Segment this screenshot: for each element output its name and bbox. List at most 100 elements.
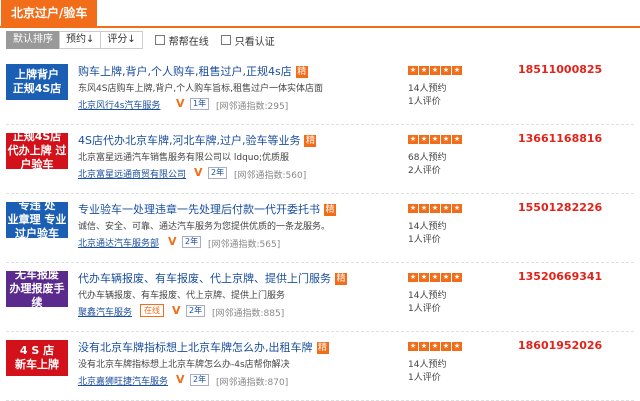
listing-title-link[interactable]: 没有北京车牌指标想上北京车牌怎么办,出租车牌精 xyxy=(78,339,329,355)
header-bar: 北京过户/验车 xyxy=(0,0,640,28)
star-icon: ★ xyxy=(408,204,418,213)
listing-logo[interactable]: 4 S 店新车上牌 xyxy=(6,340,68,376)
company-link[interactable]: 北京富星远通商贸有限公司 xyxy=(78,167,186,180)
phone-number: 13520669341 xyxy=(518,270,603,283)
online-checkbox[interactable]: 帮帮在线 xyxy=(154,33,209,48)
rating-stars: ★ ★ ★ ★ ★ xyxy=(408,66,463,75)
reservation-count: 14人预约 xyxy=(408,222,447,232)
listing-row[interactable]: 专违 处业章理 专业过户验车 专业验车一处理违章一先处理后付款一代开委托书精诚信、… xyxy=(6,194,634,263)
checkbox-box[interactable] xyxy=(220,35,231,45)
reservation-count: 14人预约 xyxy=(408,291,447,301)
verified-v-icon: V xyxy=(168,235,177,248)
checkbox-box[interactable] xyxy=(154,35,165,45)
rating-stars: ★ ★ ★ ★ ★ xyxy=(408,342,463,351)
listing-list: 上牌背户 正规4S店 购车上牌,背户,个人购车,租售过户,正规4s店精东风4S店购车… xyxy=(6,56,634,401)
phone-number: 15501282226 xyxy=(518,201,603,214)
verified-v-icon: V xyxy=(176,373,185,386)
star-icon: ★ xyxy=(452,273,462,282)
logo-text: 4 S 店 xyxy=(19,344,55,357)
membership-years-badge: 2年 xyxy=(186,305,206,317)
logo-text: 业章理 专业过户验车 xyxy=(7,213,67,240)
featured-badge: 精 xyxy=(304,135,317,147)
listing-row[interactable]: 正规4S店 代办上牌 过户验车 4S店代办北京车牌,河北车牌,过户,验车等业务精北京… xyxy=(6,125,634,194)
logo-text: 正规4S店 xyxy=(12,130,62,143)
certified-checkbox[interactable]: 只看认证 xyxy=(220,33,275,48)
certified-checkbox-label: 只看认证 xyxy=(234,36,275,48)
listing-row[interactable]: 上牌背户 正规4S店 购车上牌,背户,个人购车,租售过户,正规4s店精东风4S店购车… xyxy=(6,56,634,125)
listing-description: 没有北京车牌指标想上北京车牌怎么办-4s店帮你解决 xyxy=(78,360,290,370)
star-icon: ★ xyxy=(452,204,462,213)
membership-years-badge: 2年 xyxy=(182,236,202,248)
featured-badge: 精 xyxy=(335,273,347,285)
company-link[interactable]: 聚鑫汽车服务 xyxy=(78,305,132,318)
rating-stars: ★ ★ ★ ★ ★ xyxy=(408,273,463,282)
listing-row[interactable]: 4 S 店新车上牌 没有北京车牌指标想上北京车牌怎么办,出租车牌精没有北京车牌指标… xyxy=(6,332,634,401)
listing-title-link[interactable]: 代办车辆报废、有车报废、代上京牌、提供上门服务精 xyxy=(78,270,347,286)
star-icon: ★ xyxy=(430,135,440,144)
featured-badge: 精 xyxy=(324,204,336,216)
logo-text: 新车上牌 xyxy=(15,358,59,371)
category-tab[interactable]: 北京过户/验车 xyxy=(1,0,98,26)
review-count: 1人评价 xyxy=(408,373,441,383)
star-icon: ★ xyxy=(430,342,440,351)
phone-number: 13661168816 xyxy=(518,132,603,145)
listing-logo[interactable]: 上牌背户 正规4S店 xyxy=(6,64,68,100)
phone-number: 18601952026 xyxy=(518,339,603,352)
review-count: 2人评价 xyxy=(408,166,441,176)
star-icon: ★ xyxy=(408,66,418,75)
star-icon: ★ xyxy=(419,273,429,282)
company-link[interactable]: 北京风行4s汽车服务 xyxy=(78,98,160,111)
wanglintong-index: [网邻通指数:560] xyxy=(234,171,307,181)
listing-title-link[interactable]: 专业验车一处理违章一先处理后付款一代开委托书精 xyxy=(78,201,336,217)
reservation-count: 14人预约 xyxy=(408,84,447,94)
wanglintong-index: [网邻通指数:295] xyxy=(216,102,289,112)
verified-v-icon: V xyxy=(176,97,185,110)
verified-v-icon: V xyxy=(194,166,203,179)
star-icon: ★ xyxy=(430,273,440,282)
logo-text: 专违 处 xyxy=(18,199,56,212)
star-icon: ★ xyxy=(441,204,451,213)
star-icon: ★ xyxy=(441,342,451,351)
listing-title-link[interactable]: 购车上牌,背户,个人购车,租售过户,正规4s店精 xyxy=(78,63,308,79)
membership-years-badge: 2年 xyxy=(208,167,228,179)
sort-default-button[interactable]: 默认排序 xyxy=(6,31,59,49)
review-count: 1人评价 xyxy=(408,97,441,107)
membership-years-badge: 1年 xyxy=(190,98,210,110)
review-count: 1人评价 xyxy=(408,235,441,245)
listing-logo[interactable]: 专违 处业章理 专业过户验车 xyxy=(6,199,68,240)
logo-text: 上牌背户 xyxy=(15,68,59,81)
star-icon: ★ xyxy=(419,66,429,75)
online-checkbox-label: 帮帮在线 xyxy=(168,36,209,48)
star-icon: ★ xyxy=(452,66,462,75)
sort-rating-button[interactable]: 评分↓ xyxy=(100,31,143,49)
rating-stars: ★ ★ ★ ★ ★ xyxy=(408,135,463,144)
wanglintong-index: [网邻通指数:885] xyxy=(212,309,285,319)
star-icon: ★ xyxy=(419,342,429,351)
membership-years-badge: 2年 xyxy=(190,374,210,386)
listing-logo[interactable]: 无车报废 办理报废手续 xyxy=(6,268,68,309)
online-chat-badge[interactable]: 在线 xyxy=(140,304,164,317)
star-icon: ★ xyxy=(430,66,440,75)
company-link[interactable]: 北京嘉狮旺捷汽车服务 xyxy=(78,374,168,387)
sort-bar: 默认排序 预约↓ 评分↓ 帮帮在线 只看认证 xyxy=(6,31,634,49)
featured-badge: 精 xyxy=(316,342,329,354)
star-icon: ★ xyxy=(408,135,418,144)
star-icon: ★ xyxy=(408,342,418,351)
sort-reserve-button[interactable]: 预约↓ xyxy=(59,31,101,49)
star-icon: ★ xyxy=(408,273,418,282)
listing-row[interactable]: 无车报废 办理报废手续 代办车辆报废、有车报废、代上京牌、提供上门服务精代办车辆报废… xyxy=(6,263,634,332)
logo-text: 无车报废 xyxy=(15,268,59,281)
star-icon: ★ xyxy=(441,66,451,75)
listing-description: 代办车辆报废、有车报废、代上京牌、提供上门服务 xyxy=(78,291,286,301)
reservation-count: 14人预约 xyxy=(408,360,447,370)
wanglintong-index: [网邻通指数:565] xyxy=(208,240,281,250)
listing-logo[interactable]: 正规4S店 代办上牌 过户验车 xyxy=(6,130,68,171)
star-icon: ★ xyxy=(441,273,451,282)
featured-badge: 精 xyxy=(295,66,308,78)
company-link[interactable]: 北京通达汽车服务部 xyxy=(78,236,159,249)
listing-title-link[interactable]: 4S店代办北京车牌,河北车牌,过户,验车等业务精 xyxy=(78,132,317,148)
star-icon: ★ xyxy=(419,204,429,213)
listing-description: 东风4S店购车上牌,背户,个人购车旨标,租售过户一体实体店面 xyxy=(78,84,324,94)
star-icon: ★ xyxy=(452,342,462,351)
logo-text: 办理报废手续 xyxy=(9,282,65,309)
